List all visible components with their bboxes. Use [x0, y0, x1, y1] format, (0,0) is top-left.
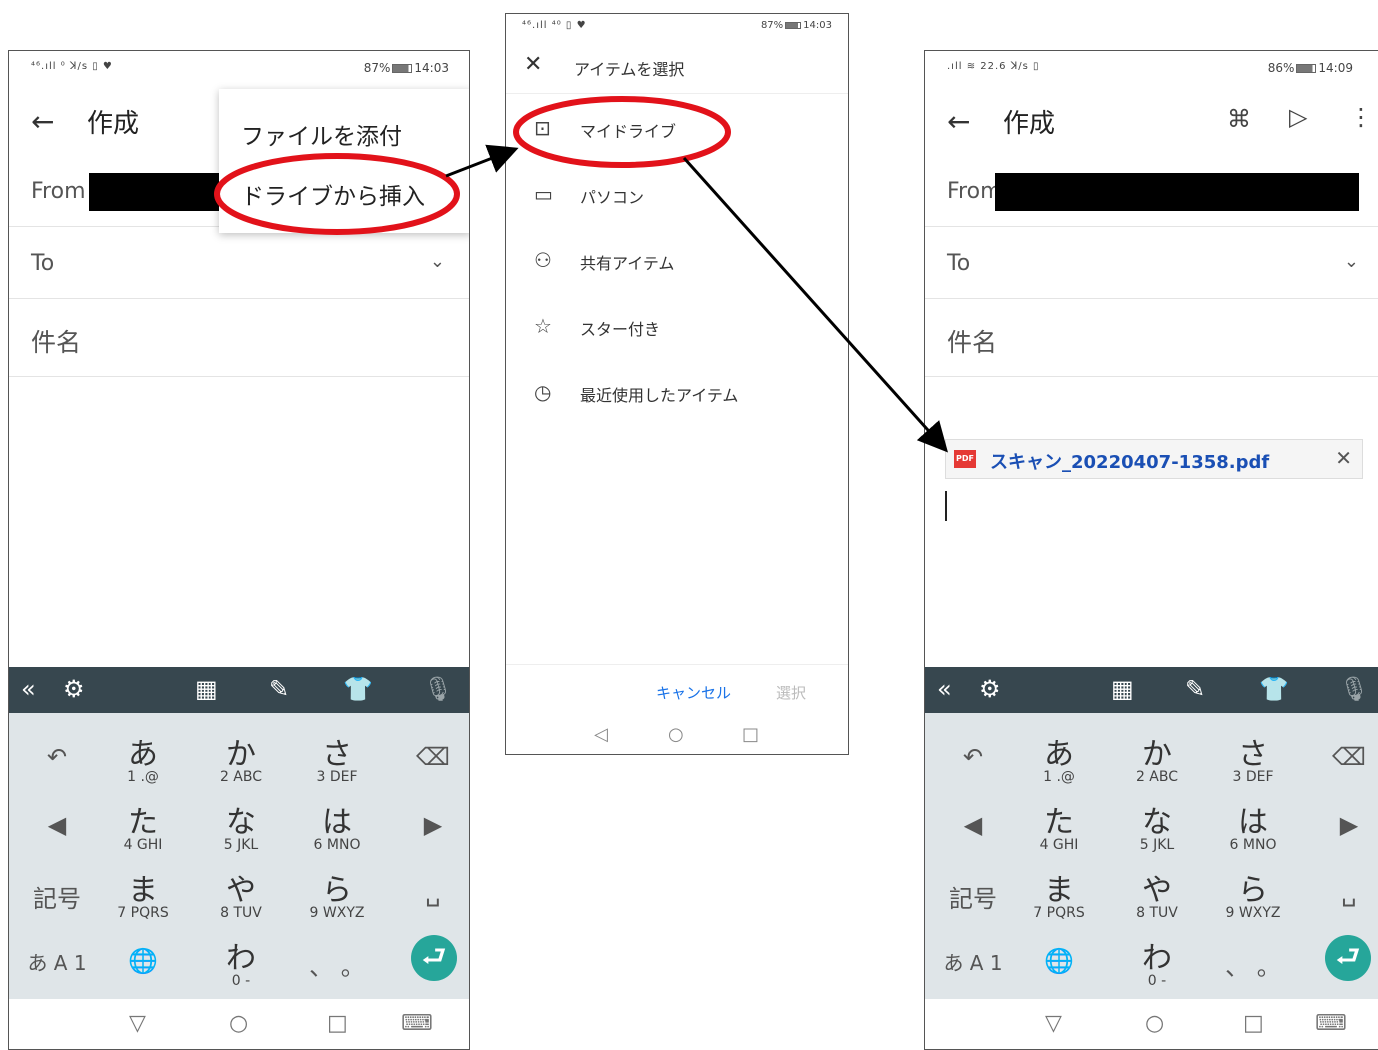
arrow-to-picker	[445, 144, 519, 178]
highlight-insert-from-drive	[214, 153, 460, 235]
highlight-my-drive	[513, 96, 731, 168]
arrow-to-attachment	[682, 156, 949, 453]
annotation-overlay	[214, 96, 949, 453]
